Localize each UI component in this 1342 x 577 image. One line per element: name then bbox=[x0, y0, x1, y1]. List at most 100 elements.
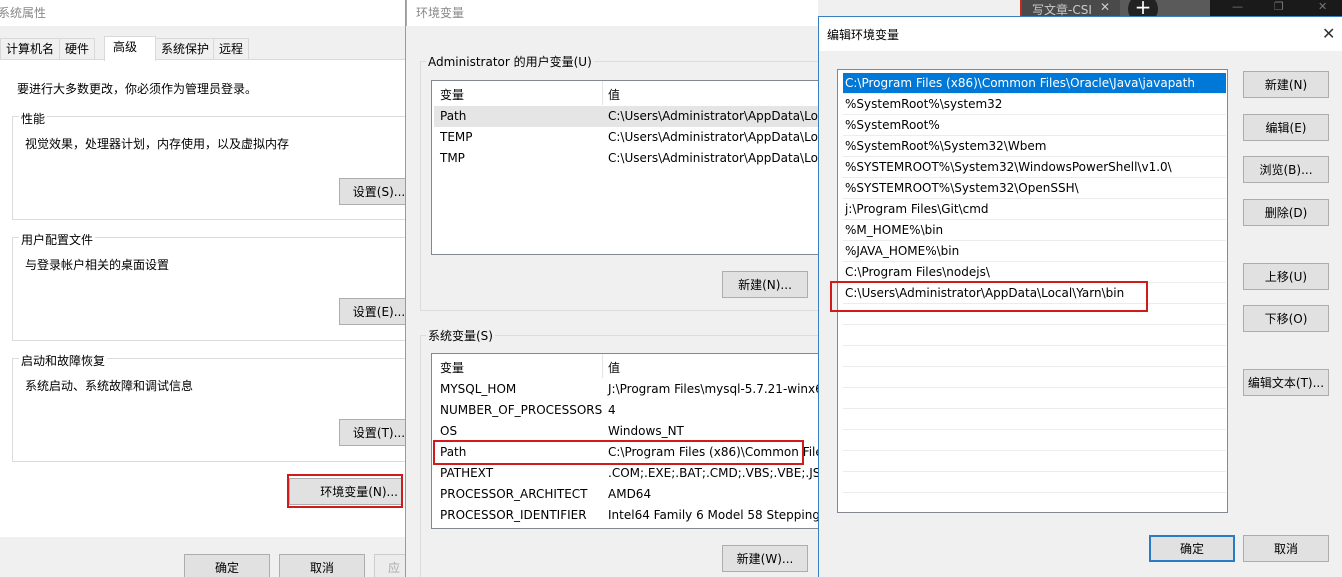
variable-name: TMP bbox=[440, 151, 465, 165]
user-variables-list[interactable]: 变量 值 Path C:\Users\Administrator\AppData… bbox=[431, 80, 818, 255]
user-profiles-group bbox=[12, 237, 405, 341]
empty-list-row[interactable] bbox=[843, 493, 1226, 512]
list-item[interactable]: %SystemRoot% bbox=[843, 115, 1226, 136]
empty-list-row[interactable] bbox=[843, 409, 1226, 430]
variable-value: AMD64 bbox=[608, 487, 652, 501]
close-icon[interactable]: ✕ bbox=[1100, 0, 1110, 14]
performance-label: 性能 bbox=[19, 110, 48, 127]
user-new-button[interactable]: 新建(N)... bbox=[722, 271, 808, 298]
variable-name: PROCESSOR_IDENTIFIER bbox=[440, 508, 587, 522]
empty-list-row[interactable] bbox=[843, 346, 1226, 367]
path-entry-text: %SystemRoot% bbox=[845, 118, 940, 132]
browser-window-controls: — ❐ ✕ bbox=[1210, 0, 1342, 16]
move-up-button[interactable]: 上移(U) bbox=[1243, 263, 1329, 290]
edit-text-button[interactable]: 编辑文本(T)... bbox=[1243, 369, 1329, 396]
variable-name: TEMP bbox=[440, 130, 473, 144]
edit-environment-variable-window: 编辑环境变量 ✕ C:\Program Files (x86)\Common F… bbox=[818, 16, 1342, 577]
system-variables-list[interactable]: 变量 值 MYSQL_HOM J:\Program Files\mysql-5.7… bbox=[431, 353, 818, 529]
close-icon[interactable]: ✕ bbox=[1322, 24, 1335, 43]
path-entry-text: C:\Program Files (x86)\Common Files\Orac… bbox=[845, 76, 1195, 90]
new-button[interactable]: 新建(N) bbox=[1243, 71, 1329, 98]
column-header-name[interactable]: 变量 bbox=[440, 359, 464, 376]
variable-value: .COM;.EXE;.BAT;.CMD;.VBS;.VBE;.JS;.J bbox=[608, 466, 818, 480]
close-button[interactable]: ✕ bbox=[1318, 0, 1327, 13]
table-row[interactable]: MYSQL_HOM J:\Program Files\mysql-5.7.21-w… bbox=[434, 379, 818, 400]
cancel-button[interactable]: 取消 bbox=[1243, 535, 1329, 562]
list-item[interactable]: C:\Users\Administrator\AppData\Local\Yar… bbox=[843, 283, 1226, 304]
cancel-button[interactable]: 取消 bbox=[279, 554, 365, 577]
system-new-button[interactable]: 新建(W)... bbox=[722, 545, 808, 572]
tab-advanced[interactable]: 高级 bbox=[104, 36, 156, 61]
restore-button[interactable]: ❐ bbox=[1274, 0, 1284, 13]
environment-variables-button[interactable]: 环境变量(N)... bbox=[289, 478, 403, 505]
user-variables-label: Administrator 的用户变量(U) bbox=[426, 53, 594, 70]
performance-settings-button[interactable]: 设置(S)... bbox=[339, 178, 405, 205]
edit-button[interactable]: 编辑(E) bbox=[1243, 114, 1329, 141]
table-row[interactable]: Path C:\Program Files (x86)\Common File bbox=[434, 442, 818, 463]
path-entries-list[interactable]: C:\Program Files (x86)\Common Files\Orac… bbox=[837, 69, 1228, 513]
startup-recovery-settings-button[interactable]: 设置(T)... bbox=[339, 419, 405, 446]
list-item[interactable]: %SYSTEMROOT%\System32\WindowsPowerShell\… bbox=[843, 157, 1226, 178]
variable-value: C:\Users\Administrator\AppData\Loc bbox=[608, 151, 818, 165]
user-profiles-settings-button[interactable]: 设置(E)... bbox=[339, 298, 405, 325]
variable-name: PATHEXT bbox=[440, 466, 494, 480]
tab-computer-name[interactable]: 计算机名 bbox=[0, 38, 61, 60]
list-item[interactable]: j:\Program Files\Git\cmd bbox=[843, 199, 1226, 220]
path-entry-text: %SYSTEMROOT%\System32\OpenSSH\ bbox=[845, 181, 1079, 195]
empty-list-row[interactable] bbox=[843, 325, 1226, 346]
list-item[interactable]: C:\Program Files (x86)\Common Files\Orac… bbox=[843, 73, 1226, 94]
empty-list-row[interactable] bbox=[843, 367, 1226, 388]
column-header-name[interactable]: 变量 bbox=[440, 86, 464, 103]
tab-strip: 计算机名 硬件 高级 系统保护 远程 bbox=[0, 36, 405, 61]
table-row[interactable]: NUMBER_OF_PROCESSORS 4 bbox=[434, 400, 818, 421]
list-item[interactable]: %SystemRoot%\system32 bbox=[843, 94, 1226, 115]
path-entry-text: %M_HOME%\bin bbox=[845, 223, 944, 237]
title-bar: 系统属性 bbox=[0, 0, 405, 26]
list-header: 变量 值 bbox=[432, 81, 818, 105]
list-item[interactable]: %SYSTEMROOT%\System32\OpenSSH\ bbox=[843, 178, 1226, 199]
system-properties-window: 系统属性 计算机名 硬件 高级 系统保护 远程 要进行大多数更改，你必须作为管理… bbox=[0, 0, 406, 577]
apply-button[interactable]: 应 bbox=[374, 554, 405, 577]
empty-list-row[interactable] bbox=[843, 472, 1226, 493]
list-item[interactable]: C:\Program Files\nodejs\ bbox=[843, 262, 1226, 283]
user-profiles-label: 用户配置文件 bbox=[19, 231, 96, 248]
tab-system-protection[interactable]: 系统保护 bbox=[155, 38, 216, 60]
window-title: 编辑环境变量 bbox=[827, 28, 900, 42]
browser-tab[interactable]: 写文章-CSI ✕ bbox=[1020, 0, 1120, 17]
table-row[interactable]: OS Windows_NT bbox=[434, 421, 818, 442]
column-header-value[interactable]: 值 bbox=[608, 359, 620, 376]
list-item[interactable]: %JAVA_HOME%\bin bbox=[843, 241, 1226, 262]
delete-button[interactable]: 删除(D) bbox=[1243, 199, 1329, 226]
variable-value: Intel64 Family 6 Model 58 Stepping bbox=[608, 508, 818, 522]
minimize-button[interactable]: — bbox=[1232, 0, 1243, 13]
table-row[interactable]: Path C:\Users\Administrator\AppData\Loc bbox=[434, 106, 818, 127]
tab-remote[interactable]: 远程 bbox=[213, 38, 250, 60]
column-header-value[interactable]: 值 bbox=[608, 86, 620, 103]
list-header: 变量 值 bbox=[432, 354, 818, 378]
ok-button[interactable]: 确定 bbox=[184, 554, 270, 577]
path-entry-text: %SystemRoot%\System32\Wbem bbox=[845, 139, 1047, 153]
system-variables-label: 系统变量(S) bbox=[426, 327, 495, 344]
table-row[interactable]: TMP C:\Users\Administrator\AppData\Loc bbox=[434, 148, 818, 169]
empty-list-row[interactable] bbox=[843, 388, 1226, 409]
column-separator[interactable] bbox=[602, 354, 603, 378]
startup-recovery-label: 启动和故障恢复 bbox=[19, 352, 108, 369]
table-row[interactable]: TEMP C:\Users\Administrator\AppData\Loc bbox=[434, 127, 818, 148]
list-item[interactable]: %M_HOME%\bin bbox=[843, 220, 1226, 241]
move-down-button[interactable]: 下移(O) bbox=[1243, 305, 1329, 332]
empty-list-row[interactable] bbox=[843, 451, 1226, 472]
variable-name: PROCESSOR_ARCHITECT bbox=[440, 487, 588, 501]
path-entry-text: C:\Program Files\nodejs\ bbox=[845, 265, 990, 279]
empty-list-row[interactable] bbox=[843, 430, 1226, 451]
startup-recovery-description: 系统启动、系统故障和调试信息 bbox=[25, 379, 194, 393]
tab-hardware[interactable]: 硬件 bbox=[59, 38, 96, 60]
empty-list-row[interactable] bbox=[843, 304, 1226, 325]
column-separator[interactable] bbox=[602, 81, 603, 105]
table-row[interactable]: PATHEXT .COM;.EXE;.BAT;.CMD;.VBS;.VBE;.JS… bbox=[434, 463, 818, 484]
browse-button[interactable]: 浏览(B)... bbox=[1243, 156, 1329, 183]
table-row[interactable]: PROCESSOR_IDENTIFIER Intel64 Family 6 Mod… bbox=[434, 505, 818, 526]
list-item[interactable]: %SystemRoot%\System32\Wbem bbox=[843, 136, 1226, 157]
table-row[interactable]: PROCESSOR_ARCHITECT AMD64 bbox=[434, 484, 818, 505]
ok-button[interactable]: 确定 bbox=[1149, 535, 1235, 562]
variable-name: Path bbox=[440, 445, 467, 459]
